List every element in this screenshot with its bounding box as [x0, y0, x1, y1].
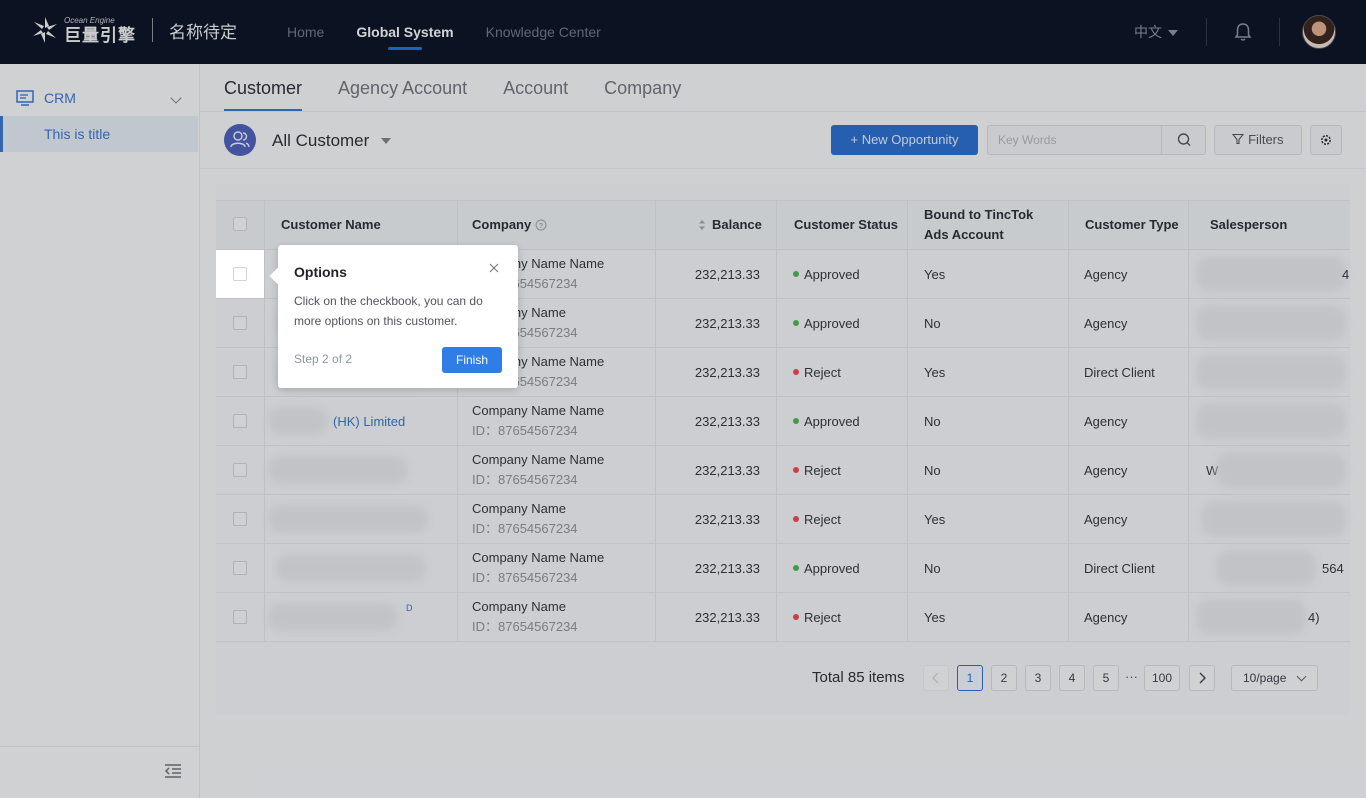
guide-step: Step 2 of 2 [294, 352, 353, 366]
guide-title: Options [294, 264, 347, 280]
guide-popover: Options Click on the checkbook, you can … [269, 245, 518, 388]
guide-body: Click on the checkbook, you can do more … [294, 294, 483, 328]
guide-mask [0, 0, 1366, 798]
guide-spotlight [216, 250, 264, 298]
close-icon[interactable] [488, 262, 500, 274]
highlighted-row-checkbox[interactable] [233, 267, 247, 281]
finish-button[interactable]: Finish [442, 347, 502, 373]
